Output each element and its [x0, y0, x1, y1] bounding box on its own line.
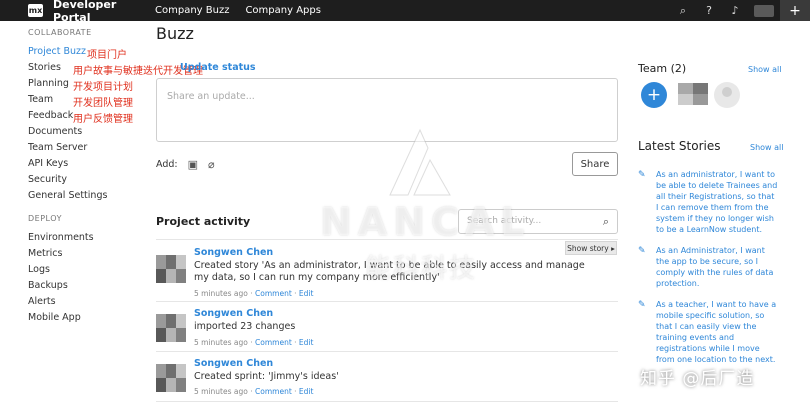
zhihu-watermark: 知乎 @后厂造 — [640, 369, 755, 389]
share-button[interactable]: Share — [572, 152, 618, 176]
activity-author[interactable]: Songwen Chen — [194, 308, 273, 319]
sidebar-item-environments[interactable]: Environments — [28, 230, 148, 246]
divider — [156, 401, 618, 402]
divider — [156, 351, 618, 352]
activity-text: imported 23 changes — [194, 321, 296, 332]
divider — [156, 301, 618, 302]
image-icon[interactable]: ▣ — [188, 158, 198, 171]
story-text[interactable]: As a teacher, I want to have a mobile sp… — [656, 299, 778, 365]
app-title[interactable]: Developer Portal — [53, 0, 153, 24]
story-text[interactable]: As an administrator, I want to be able t… — [656, 169, 778, 235]
search-icon[interactable]: ⌕ — [603, 215, 609, 229]
sidebar-item-api-keys[interactable]: API Keys — [28, 156, 148, 172]
nancal-watermark-text: NANCAL — [320, 200, 531, 244]
nancal-watermark-logo — [389, 128, 451, 196]
portal-logo[interactable]: mx — [28, 4, 43, 17]
edit-link[interactable]: Edit — [299, 338, 314, 347]
avatar — [156, 364, 186, 392]
edit-link[interactable]: Edit — [299, 289, 314, 298]
edit-icon: ✎ — [638, 300, 646, 310]
annotation-team: 开发团队管理 — [73, 98, 133, 109]
sidebar-item-alerts[interactable]: Alerts — [28, 294, 148, 310]
annotation-planning: 开发项目计划 — [73, 82, 133, 93]
sidebar-item-team-server[interactable]: Team Server — [28, 140, 148, 156]
bell-icon[interactable]: ♪ — [722, 0, 748, 21]
avatar — [156, 314, 186, 342]
sidebar-item-general-settings[interactable]: General Settings — [28, 188, 148, 204]
annotation-feedback: 用户反馈管理 — [73, 114, 133, 125]
sidebar-item-metrics[interactable]: Metrics — [28, 246, 148, 262]
activity-time: 5 minutes ago — [194, 289, 248, 298]
activity-author[interactable]: Songwen Chen — [194, 247, 273, 258]
activity-meta: 5 minutes ago · Comment · Edit — [194, 387, 314, 396]
team-member-avatar[interactable] — [678, 83, 708, 105]
activity-title: Project activity — [156, 215, 251, 228]
comment-link[interactable]: Comment — [255, 338, 292, 347]
help-icon[interactable]: ? — [696, 0, 722, 21]
deploy-heading: DEPLOY — [28, 214, 62, 223]
team-member-avatar[interactable] — [714, 82, 740, 108]
user-avatar[interactable] — [754, 4, 774, 17]
comment-link[interactable]: Comment — [255, 289, 292, 298]
collaborate-heading: COLLABORATE — [28, 28, 92, 37]
paperclip-icon[interactable]: ⌀ — [208, 158, 215, 171]
edit-icon: ✎ — [638, 170, 646, 180]
plus-icon[interactable]: + — [780, 0, 810, 21]
search-icon[interactable]: ⌕ — [670, 0, 696, 21]
activity-meta: 5 minutes ago · Comment · Edit — [194, 289, 314, 298]
nancal-watermark-cn: 能科科技 — [365, 254, 478, 284]
activity-row: Songwen Chen Created sprint: 'Jimmy's id… — [156, 358, 618, 407]
add-attachment-row: Add: ▣ ⌀ — [156, 158, 215, 171]
nav-company-buzz[interactable]: Company Buzz — [155, 5, 229, 16]
annotation-project-portal: 项目门户 — [87, 50, 127, 61]
team-show-all-link[interactable]: Show all — [748, 65, 781, 74]
add-label: Add: — [156, 159, 178, 170]
add-team-member-button[interactable]: + — [641, 82, 667, 108]
activity-time: 5 minutes ago — [194, 338, 248, 347]
page-title: Buzz — [156, 24, 194, 43]
sidebar-item-security[interactable]: Security — [28, 172, 148, 188]
nav-company-apps[interactable]: Company Apps — [245, 5, 321, 16]
activity-text: Created sprint: 'Jimmy's ideas' — [194, 371, 339, 382]
sidebar-item-backups[interactable]: Backups — [28, 278, 148, 294]
sidebar-item-mobile-app[interactable]: Mobile App — [28, 310, 148, 326]
sidebar-item-logs[interactable]: Logs — [28, 262, 148, 278]
top-nav-bar: mx Developer Portal Company Buzz Company… — [0, 0, 810, 24]
edit-link[interactable]: Edit — [299, 387, 314, 396]
edit-icon: ✎ — [638, 246, 646, 256]
sidebar-item-documents[interactable]: Documents — [28, 124, 148, 140]
latest-stories-title: Latest Stories — [638, 139, 721, 153]
stories-show-all-link[interactable]: Show all — [750, 143, 783, 152]
activity-meta: 5 minutes ago · Comment · Edit — [194, 338, 314, 347]
story-text[interactable]: As an Administrator, I want the app to b… — [656, 245, 778, 289]
activity-author[interactable]: Songwen Chen — [194, 358, 273, 369]
update-status-link[interactable]: Update status — [180, 62, 256, 73]
team-title: Team (2) — [638, 62, 687, 75]
avatar — [156, 255, 186, 283]
activity-time: 5 minutes ago — [194, 387, 248, 396]
comment-link[interactable]: Comment — [255, 387, 292, 396]
